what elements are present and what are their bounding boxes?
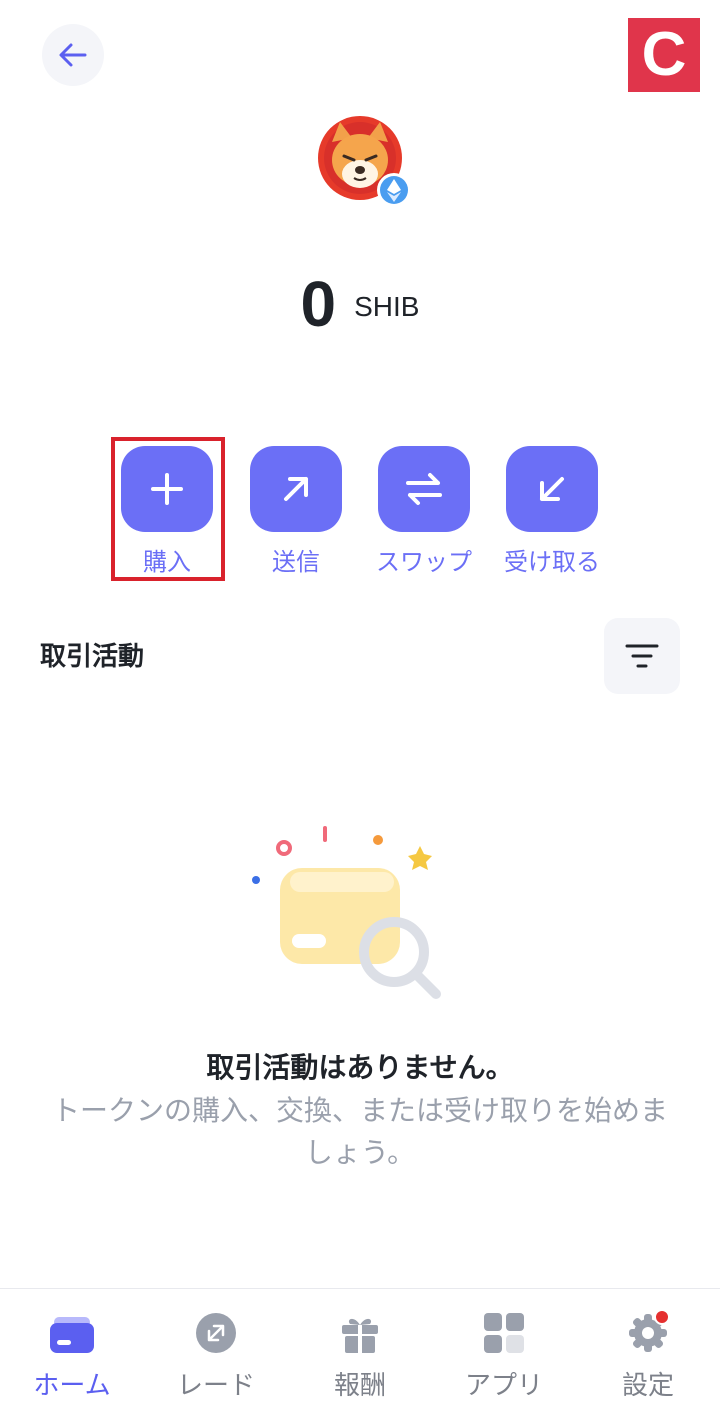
nav-settings-label: 設定 xyxy=(621,1371,674,1401)
balance-row: 0 SHIB xyxy=(0,264,720,344)
wallet-icon xyxy=(48,1309,96,1357)
activity-title: 取引活動 xyxy=(40,642,145,672)
filter-icon xyxy=(625,644,659,668)
gear-icon xyxy=(624,1309,672,1357)
send-button[interactable]: 送信 xyxy=(231,446,361,577)
nav-apps-label: アプリ xyxy=(464,1371,543,1401)
nav-home[interactable]: ホーム xyxy=(0,1289,144,1404)
filter-button[interactable] xyxy=(604,618,680,694)
nav-settings[interactable]: 設定 xyxy=(576,1289,720,1404)
swap-circle[interactable] xyxy=(378,446,470,532)
back-button[interactable] xyxy=(42,24,104,86)
empty-state-description: トークンの購入、交換、または受け取りを始めましょう。 xyxy=(51,1094,668,1169)
wallet-search-illustration xyxy=(252,826,441,999)
token-logo xyxy=(318,116,414,208)
nav-rewards[interactable]: 報酬 xyxy=(288,1289,432,1404)
apps-grid-icon xyxy=(480,1309,528,1357)
receive-label: 受け取る xyxy=(504,548,600,576)
nav-apps[interactable]: アプリ xyxy=(432,1289,576,1404)
arrow-left-icon xyxy=(59,43,87,67)
buy-highlight-box xyxy=(111,437,225,581)
brand-badge: C xyxy=(628,18,700,92)
receive-button[interactable]: 受け取る xyxy=(487,446,617,577)
receive-circle[interactable] xyxy=(506,446,598,532)
ethereum-network-icon xyxy=(380,176,408,204)
nav-trade-label: レード xyxy=(176,1371,255,1401)
nav-rewards-label: 報酬 xyxy=(333,1371,386,1401)
send-label: 送信 xyxy=(272,548,320,576)
action-bar: 購入 送信 スワップ 受け取る xyxy=(0,446,720,586)
balance-value: 0 xyxy=(300,268,337,340)
send-circle[interactable] xyxy=(250,446,342,532)
swap-icon xyxy=(406,473,442,505)
nav-home-label: ホーム xyxy=(33,1371,111,1401)
empty-state-illustration xyxy=(240,820,460,1010)
arrow-up-right-icon xyxy=(284,477,308,501)
nav-trade[interactable]: レード xyxy=(144,1289,288,1404)
empty-state-title: 取引活動はありません。 xyxy=(206,1051,514,1084)
swap-button[interactable]: スワップ xyxy=(359,446,489,577)
token-symbol: SHIB xyxy=(354,291,420,322)
trade-icon xyxy=(192,1309,240,1357)
shiba-inu-logo xyxy=(318,116,411,207)
gift-icon xyxy=(336,1309,384,1357)
swap-label: スワップ xyxy=(376,548,472,576)
arrow-down-left-icon xyxy=(540,477,564,501)
bottom-navigation: ホーム レード 報酬 アプリ 設定 xyxy=(0,1288,720,1404)
notification-dot xyxy=(654,1309,670,1325)
